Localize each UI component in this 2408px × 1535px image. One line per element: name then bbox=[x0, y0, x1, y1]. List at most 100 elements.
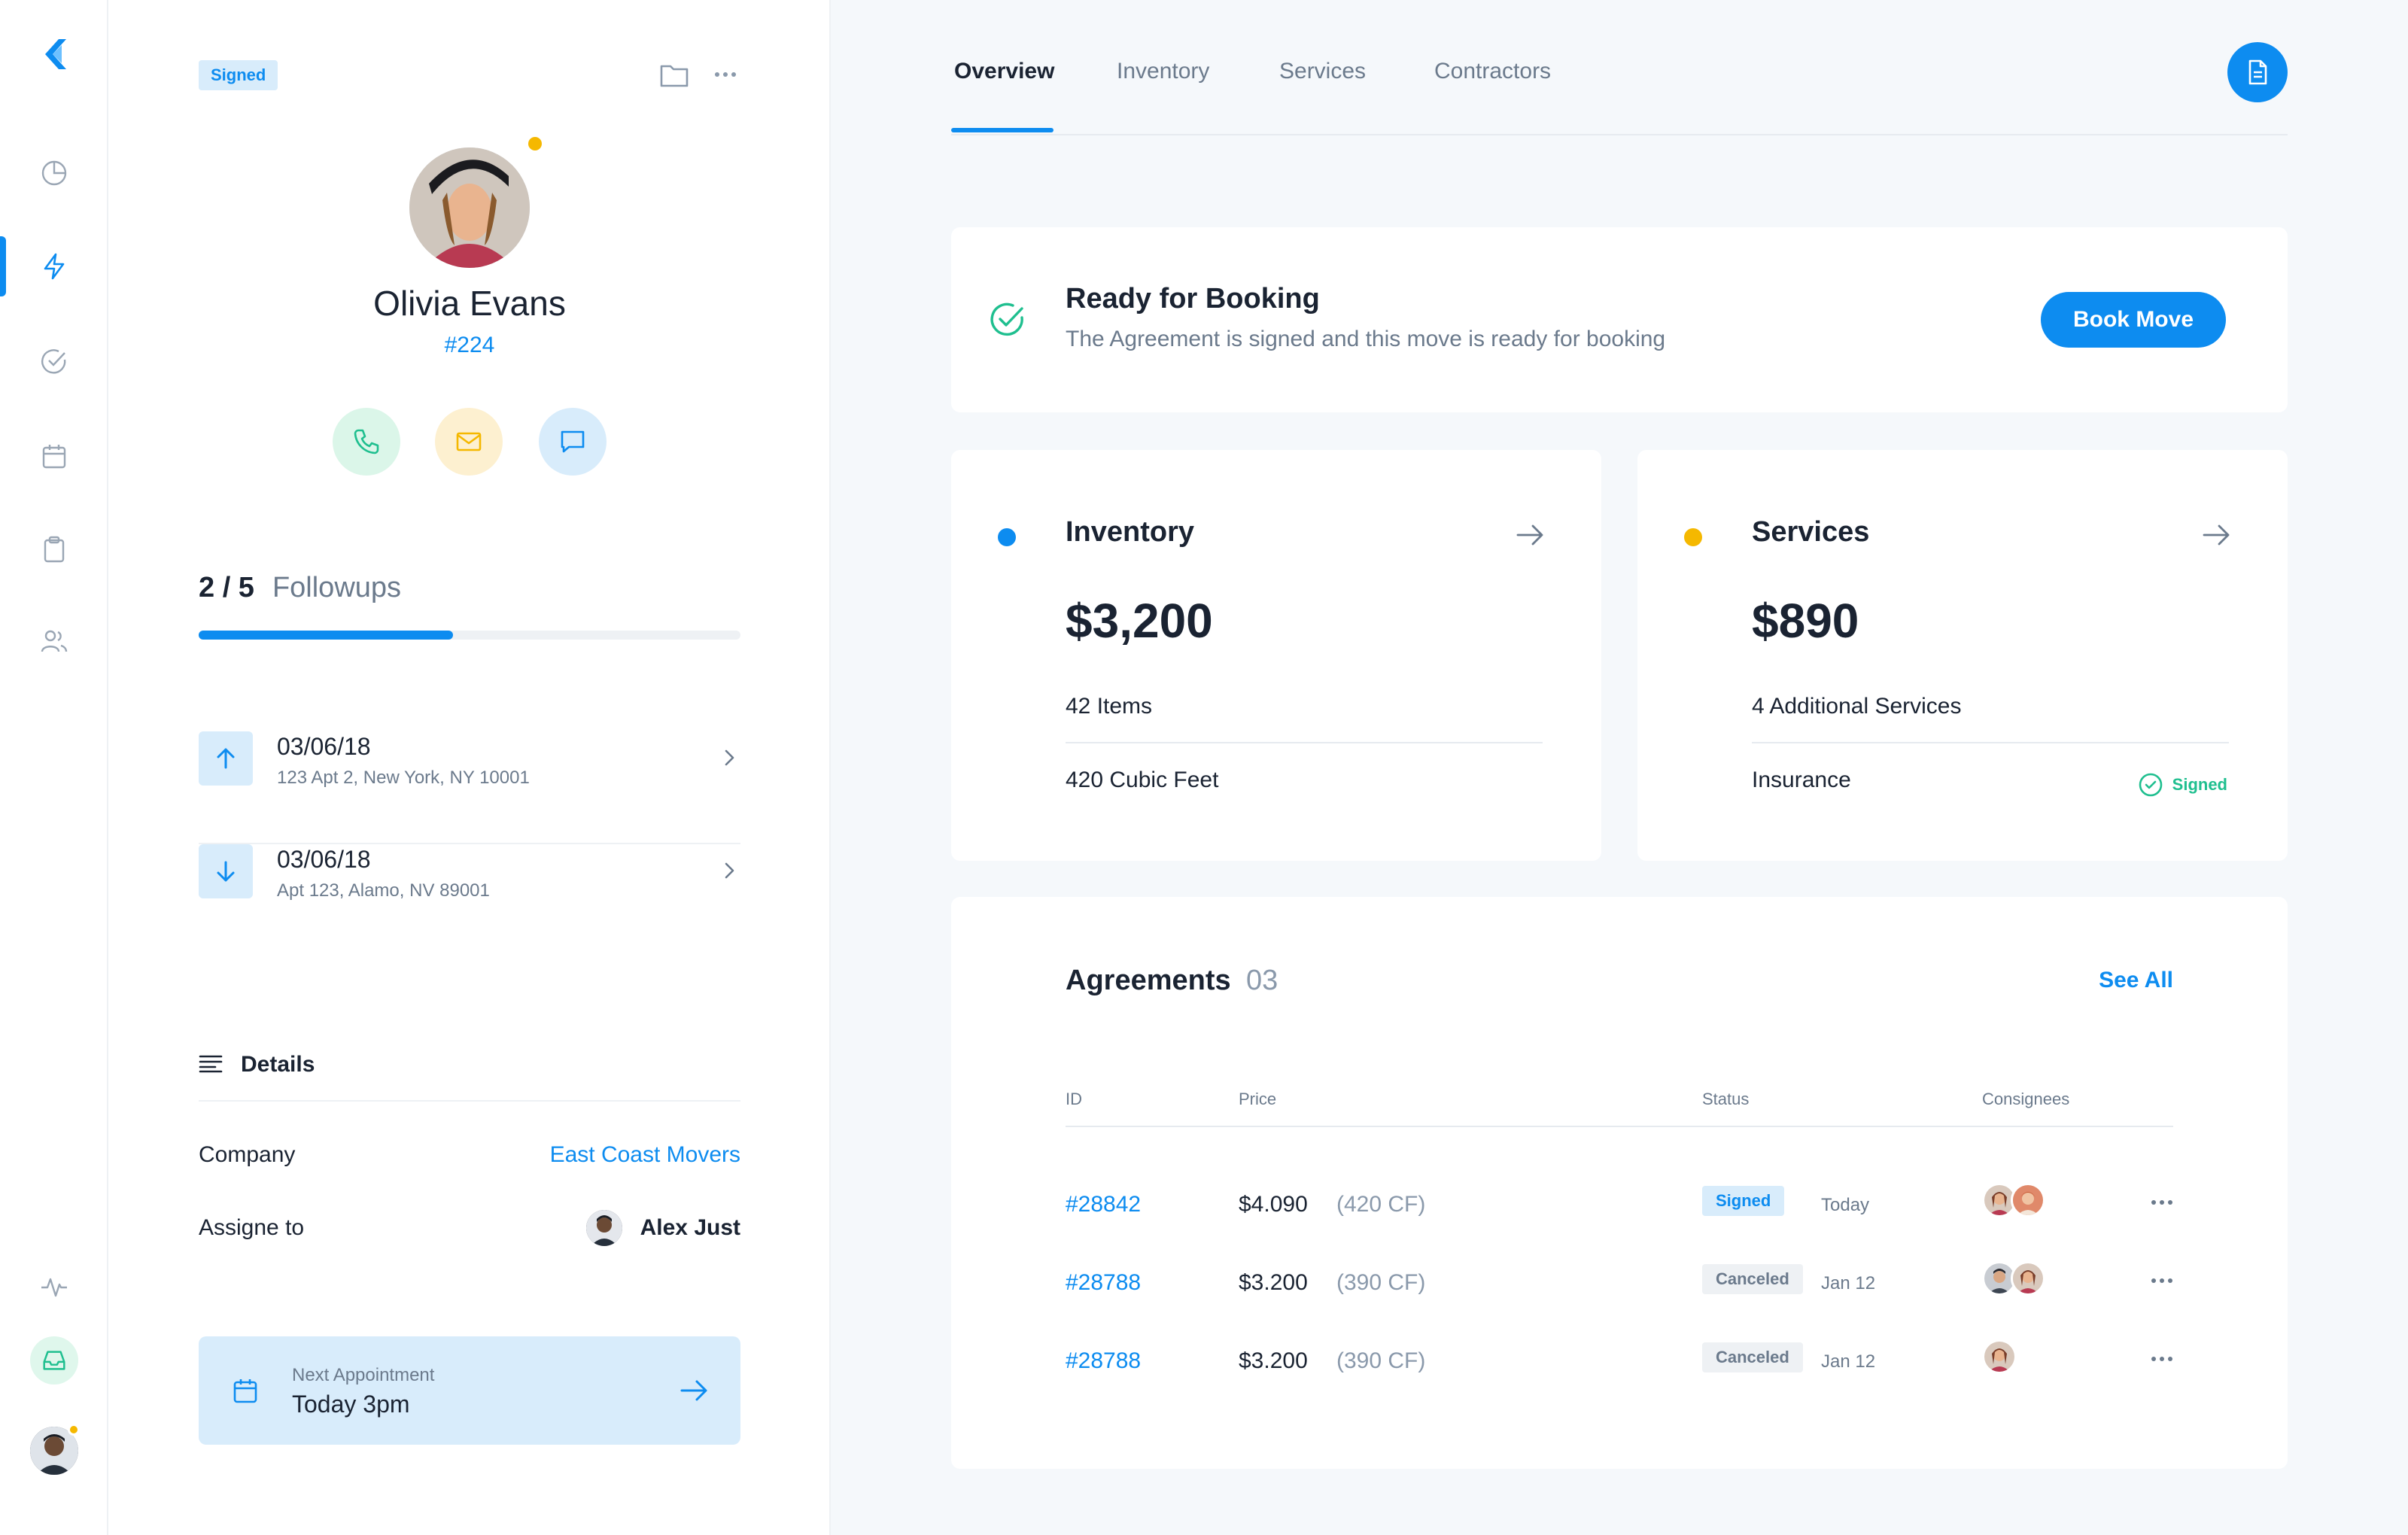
activity-icon bbox=[41, 1278, 67, 1297]
column-price: Price bbox=[1239, 1090, 1277, 1108]
services-additional: 4 Additional Services bbox=[1752, 694, 1962, 719]
phone-icon bbox=[354, 429, 379, 454]
divider bbox=[1066, 742, 1543, 743]
tab-bar: Overview Inventory Services Contractors bbox=[951, 0, 2288, 135]
nav-users[interactable] bbox=[0, 611, 108, 671]
followups-header: 2 / 5 Followups bbox=[199, 572, 401, 604]
status-badge: Canceled bbox=[1702, 1264, 1803, 1294]
contact-name: Olivia Evans bbox=[373, 284, 566, 323]
nav-activity[interactable] bbox=[0, 1257, 108, 1317]
nav-clipboard[interactable] bbox=[0, 519, 108, 579]
more-icon[interactable] bbox=[2149, 1195, 2175, 1210]
nav-tasks[interactable] bbox=[0, 331, 108, 391]
users-icon bbox=[41, 630, 68, 652]
stop-date: 03/06/18 bbox=[277, 846, 371, 873]
assignee-avatar bbox=[585, 1210, 622, 1246]
pickup-stop[interactable]: 03/06/18 123 Apt 2, New York, NY 10001 bbox=[199, 731, 740, 844]
services-amount: $890 bbox=[1752, 594, 1859, 648]
services-card[interactable]: Services $890 4 Additional Services Insu… bbox=[1637, 450, 2288, 861]
app-logo[interactable] bbox=[36, 36, 72, 72]
lightning-icon bbox=[44, 253, 65, 280]
notification-dot bbox=[68, 1424, 80, 1436]
more-icon[interactable] bbox=[2149, 1351, 2175, 1366]
tab-overview[interactable]: Overview bbox=[954, 59, 1054, 84]
email-button[interactable] bbox=[435, 408, 503, 476]
dropoff-stop[interactable]: 03/06/18 Apt 123, Alamo, NV 89001 bbox=[199, 844, 740, 957]
nav-calendar[interactable] bbox=[0, 426, 108, 486]
inventory-dot bbox=[998, 528, 1016, 546]
book-move-button[interactable]: Book Move bbox=[2041, 292, 2226, 348]
ready-for-booking-card: Ready for Booking The Agreement is signe… bbox=[951, 227, 2288, 412]
table-row[interactable]: #28788 $3.200 (390 CF) Canceled Jan 12 bbox=[1066, 1261, 2173, 1306]
folder-icon[interactable] bbox=[659, 62, 689, 89]
followups-progress bbox=[199, 631, 740, 640]
arrow-down-icon bbox=[217, 861, 235, 882]
contact-id[interactable]: #224 bbox=[108, 333, 831, 358]
nav-moves[interactable] bbox=[0, 236, 108, 296]
status-badge: Signed bbox=[199, 60, 278, 90]
assignee-value[interactable]: Alex Just bbox=[585, 1210, 740, 1246]
company-row: Company East Coast Movers bbox=[199, 1142, 740, 1168]
next-appointment-card[interactable]: Next Appointment Today 3pm bbox=[199, 1336, 740, 1445]
pie-chart-icon bbox=[41, 160, 67, 186]
services-insurance: Insurance bbox=[1752, 768, 1851, 792]
avatar bbox=[1982, 1339, 2017, 1374]
agreement-price: $4.090 bbox=[1239, 1192, 1308, 1217]
column-consignees: Consignees bbox=[1982, 1090, 2070, 1108]
divider bbox=[1752, 742, 2229, 743]
agreement-id[interactable]: #28788 bbox=[1066, 1270, 1141, 1296]
agreement-date: Today bbox=[1821, 1195, 1870, 1215]
stop-address: 123 Apt 2, New York, NY 10001 bbox=[277, 768, 530, 788]
status-badge: Canceled bbox=[1702, 1342, 1803, 1372]
list-icon bbox=[199, 1055, 223, 1073]
arrow-right-icon bbox=[680, 1380, 707, 1401]
document-button[interactable] bbox=[2227, 42, 2288, 102]
tab-inventory[interactable]: Inventory bbox=[1117, 59, 1209, 84]
inventory-card[interactable]: Inventory $3,200 42 Items 420 Cubic Feet bbox=[951, 450, 1601, 861]
details-title: Details bbox=[241, 1052, 315, 1077]
agreement-date: Jan 12 bbox=[1821, 1273, 1876, 1293]
agreement-volume: (390 CF) bbox=[1336, 1270, 1426, 1295]
arrow-right-icon[interactable] bbox=[1514, 519, 1546, 551]
table-header: ID Price Status Consignees bbox=[1066, 1090, 2173, 1127]
company-link[interactable]: East Coast Movers bbox=[550, 1142, 740, 1168]
insurance-signed-label: Signed bbox=[2172, 775, 2227, 794]
profile-panel: Signed Olivia Evans #224 2 / 5 Followups… bbox=[108, 0, 831, 1535]
more-icon[interactable] bbox=[2149, 1273, 2175, 1288]
services-dot bbox=[1684, 528, 1702, 546]
column-status: Status bbox=[1702, 1090, 1750, 1108]
table-row[interactable]: #28842 $4.090 (420 CF) Signed Today bbox=[1066, 1183, 2173, 1228]
assignee-label: Assigne to bbox=[199, 1215, 305, 1240]
call-button[interactable] bbox=[333, 408, 400, 476]
inbox-icon bbox=[43, 1351, 65, 1370]
nav-inbox[interactable] bbox=[30, 1336, 78, 1385]
more-icon[interactable] bbox=[710, 63, 740, 86]
calendar-icon bbox=[42, 445, 66, 469]
agreement-date: Jan 12 bbox=[1821, 1351, 1876, 1372]
message-button[interactable] bbox=[539, 408, 607, 476]
check-circle-icon bbox=[2139, 773, 2162, 797]
agreements-title: Agreements bbox=[1066, 965, 1231, 996]
agreement-id[interactable]: #28842 bbox=[1066, 1192, 1141, 1217]
agreements-card: Agreements 03 See All ID Price Status Co… bbox=[951, 897, 2288, 1469]
agreement-price: $3.200 bbox=[1239, 1270, 1308, 1295]
active-tab-indicator bbox=[951, 128, 1054, 132]
see-all-link[interactable]: See All bbox=[2099, 968, 2173, 993]
agreement-id[interactable]: #28788 bbox=[1066, 1348, 1141, 1374]
tab-contractors[interactable]: Contractors bbox=[1434, 59, 1551, 84]
consignees bbox=[1982, 1339, 2017, 1374]
calendar-icon bbox=[233, 1379, 257, 1403]
next-appointment-label: Next Appointment bbox=[292, 1365, 435, 1385]
tab-services[interactable]: Services bbox=[1279, 59, 1366, 84]
status-badge: Signed bbox=[1702, 1186, 1785, 1216]
consignees bbox=[1982, 1183, 2045, 1217]
assignee-row: Assigne to Alex Just bbox=[199, 1210, 740, 1246]
table-row[interactable]: #28788 $3.200 (390 CF) Canceled Jan 12 bbox=[1066, 1339, 2173, 1385]
avatar bbox=[409, 147, 530, 268]
document-icon bbox=[2248, 59, 2267, 85]
chat-icon bbox=[561, 430, 585, 453]
avatar bbox=[2011, 1261, 2045, 1296]
arrow-right-icon[interactable] bbox=[2200, 519, 2232, 551]
nav-dashboard[interactable] bbox=[0, 143, 108, 203]
check-circle-icon bbox=[990, 302, 1023, 336]
